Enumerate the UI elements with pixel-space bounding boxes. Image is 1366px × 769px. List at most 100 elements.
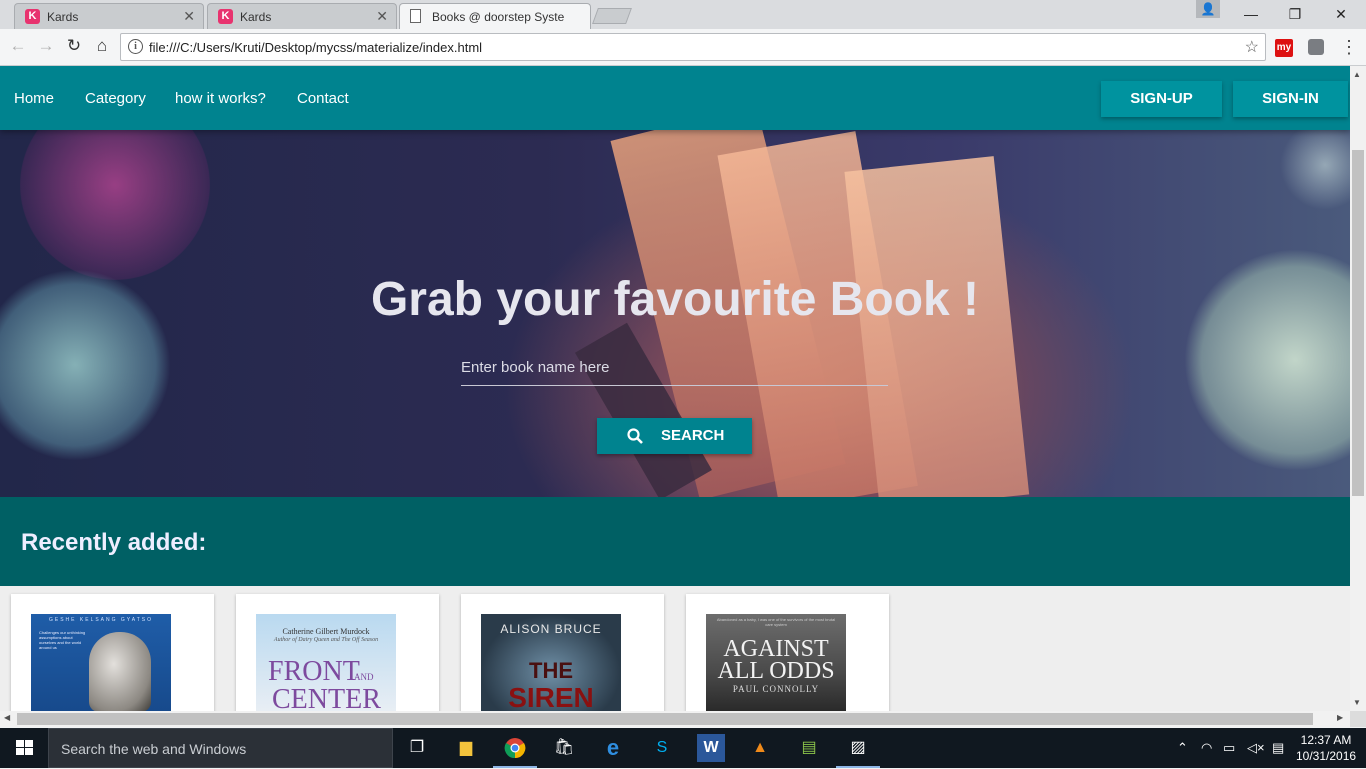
book-search-input[interactable] [461,352,888,382]
skype-icon[interactable]: S [648,734,676,762]
restore-button[interactable]: ❐ [1272,0,1318,29]
recently-added-heading: Recently added: [21,529,207,556]
cover-author-text: Catherine Gilbert Murdock [282,627,370,636]
word-icon[interactable]: W [697,734,725,762]
start-button[interactable] [0,728,48,768]
cover-author-text: PAUL CONNOLLY [732,684,820,694]
chrome-menu-icon[interactable]: ⋮ [1340,37,1358,58]
nav-how-it-works-link[interactable]: how it works? [175,90,266,107]
recently-added-section: Recently added: [0,497,1350,586]
taskbar-search-box[interactable]: Search the web and Windows [48,728,393,768]
address-bar[interactable]: i file:///C:/Users/Kruti/Desktop/mycss/m… [120,33,1266,61]
hero-bokeh-decoration [1280,130,1350,210]
clock-time: 12:37 AM [1300,733,1352,747]
book-search-field [461,352,888,386]
nav-home-link[interactable]: Home [14,90,54,107]
info-icon[interactable]: i [128,39,143,54]
cover-blurb-text: Abandoned as a baby, I was one of the su… [716,617,836,627]
kards-favicon-icon: K [25,9,40,24]
horizontal-scrollbar[interactable]: ◀ ▶ [0,711,1350,727]
vertical-scroll-thumb[interactable] [1352,150,1364,496]
chrome-icon[interactable] [493,734,537,768]
hero-banner: Grab your favourite Book ! SEARCH [0,130,1350,497]
store-icon[interactable]: 🛍 [550,734,578,762]
cover-subtitle-text: Author of Dairy Queen and The Off Season [273,637,379,643]
scrollbar-corner [1350,711,1366,727]
cover-blurb-text: Challenges our unthinking assumptions ab… [39,630,86,650]
cover-author-text: GESHE KELSANG GYATSO [49,617,153,623]
back-icon[interactable]: ← [7,35,29,57]
url-text[interactable]: file:///C:/Users/Kruti/Desktop/mycss/mat… [149,40,482,55]
taskbar-clock[interactable]: 12:37 AM 10/31/2016 [1296,732,1356,764]
photos-icon[interactable]: ▨ [836,734,880,768]
file-explorer-icon[interactable]: ▆ [452,734,480,762]
book-cover-image[interactable]: Abandoned as a baby, I was one of the su… [706,614,846,711]
book-card[interactable]: Abandoned as a baby, I was one of the su… [686,594,889,711]
minimize-button[interactable]: — [1228,0,1274,29]
profile-icon[interactable]: 👤 [1196,0,1220,18]
extension-my-icon[interactable]: my [1275,39,1293,57]
home-icon[interactable]: ⌂ [91,35,113,57]
battery-icon[interactable]: ▭ [1223,740,1235,756]
book-card[interactable]: Catherine Gilbert Murdock Author of Dair… [236,594,439,711]
nav-contact-link[interactable]: Contact [297,90,349,107]
cover-author-text: ALISON BRUCE [500,622,602,636]
scroll-left-arrow-icon[interactable]: ◀ [4,713,10,722]
book-card[interactable]: ALISON BRUCE THE SIREN [461,594,664,711]
reload-icon[interactable]: ↻ [63,35,85,57]
buddha-face-image [89,632,151,711]
tab-close-icon[interactable]: ✕ [376,8,388,25]
horizontal-scroll-thumb[interactable] [17,713,1313,725]
cover-title-text: THE [529,658,573,683]
taskbar-search-placeholder: Search the web and Windows [61,741,247,757]
search-button-label: SEARCH [661,427,725,444]
tab-close-icon[interactable]: ✕ [183,8,195,25]
hero-bokeh-decoration [20,130,210,280]
search-icon [627,418,643,468]
cover-title-text: CENTER [272,684,381,711]
bookmark-star-icon[interactable]: ☆ [1245,37,1259,57]
sign-up-button[interactable]: SIGN-UP [1101,81,1222,117]
wifi-icon[interactable]: ◠ [1201,740,1212,756]
chart-app-icon[interactable]: ▤ [795,734,823,762]
tab-title: Kards [240,10,272,24]
book-cover-image[interactable]: GESHE KELSANG GYATSO Challenges our unth… [31,614,171,711]
nav-category-link[interactable]: Category [85,90,146,107]
clock-date: 10/31/2016 [1296,749,1357,763]
extension-icon[interactable] [1308,39,1324,55]
cover-title-text: SIREN [508,682,594,711]
document-icon [410,9,421,23]
show-hidden-icons-chevron-icon[interactable]: ⌃ [1177,740,1188,756]
close-window-button[interactable]: ✕ [1318,0,1364,29]
page-viewport: Home Category how it works? Contact SIGN… [0,66,1350,711]
tab-title: Kards [47,10,79,24]
windows-taskbar: Search the web and Windows ❐ ▆ 🛍 e S W ▲… [0,728,1366,768]
vlc-icon[interactable]: ▲ [746,734,774,762]
scroll-down-arrow-icon[interactable]: ▼ [1353,698,1361,707]
book-card[interactable]: GESHE KELSANG GYATSO Challenges our unth… [11,594,214,711]
site-navbar: Home Category how it works? Contact SIGN… [0,66,1350,130]
edge-icon[interactable]: e [599,734,627,762]
vertical-scrollbar[interactable]: ▲ ▼ [1350,66,1366,711]
book-cover-image[interactable]: Catherine Gilbert Murdock Author of Dair… [256,614,396,711]
hero-headline: Grab your favourite Book ! [370,273,980,326]
browser-tab[interactable]: K Kards ✕ [207,3,397,29]
browser-toolbar: ← → ↻ ⌂ i file:///C:/Users/Kruti/Desktop… [0,29,1366,66]
scroll-right-arrow-icon[interactable]: ▶ [1337,713,1343,722]
cover-title-text: AND [354,672,374,682]
cover-title-text: ALL ODDS [717,658,835,684]
browser-tab[interactable]: K Kards ✕ [14,3,204,29]
action-center-icon[interactable]: ▤ [1272,740,1284,756]
kards-favicon-icon: K [218,9,233,24]
search-button[interactable]: SEARCH [597,418,752,454]
task-view-icon[interactable]: ❐ [403,734,431,762]
browser-tab-active[interactable]: Books @ doorstep Syste [399,3,591,29]
forward-icon[interactable]: → [35,35,57,57]
tab-title: Books @ doorstep Syste [432,10,565,24]
browser-tab-strip: K Kards ✕ K Kards ✕ Books @ doorstep Sys… [0,0,1366,29]
book-cover-image[interactable]: ALISON BRUCE THE SIREN [481,614,621,711]
scroll-up-arrow-icon[interactable]: ▲ [1353,70,1361,79]
sign-in-button[interactable]: SIGN-IN [1233,81,1348,117]
new-tab-button[interactable] [592,8,632,24]
volume-muted-icon[interactable]: ◁× [1247,740,1265,756]
